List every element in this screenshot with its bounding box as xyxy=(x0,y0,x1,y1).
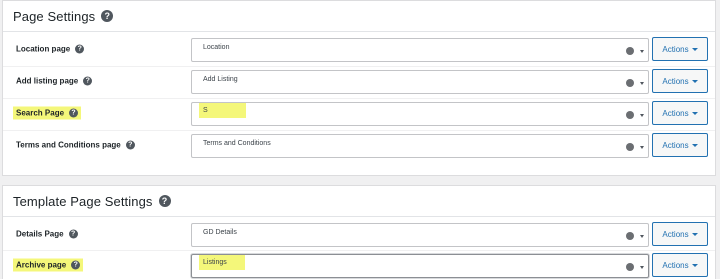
actions-button[interactable]: Actions xyxy=(652,37,708,61)
setting-label: Location page ? xyxy=(13,43,87,56)
chevron-down-icon[interactable] xyxy=(640,235,644,238)
chevron-down-icon[interactable] xyxy=(640,82,644,85)
setting-row-search: Search Page ? S Actions xyxy=(3,98,715,128)
clear-icon[interactable] xyxy=(626,263,634,271)
template-page-settings-header: Template Page Settings ? xyxy=(3,186,715,217)
caret-down-icon xyxy=(691,47,698,51)
select-value: Add Listing xyxy=(203,76,238,83)
details-page-select[interactable]: GD Details xyxy=(191,223,649,247)
help-icon[interactable]: ? xyxy=(68,229,78,239)
clear-icon[interactable] xyxy=(626,143,634,151)
setting-label: Archive page ? xyxy=(13,258,84,272)
select-value: GD Details xyxy=(203,229,237,236)
section-title: Page Settings xyxy=(13,8,96,24)
setting-label: Terms and Conditions page ? xyxy=(13,139,138,152)
setting-label: Add listing page ? xyxy=(13,75,95,88)
actions-button[interactable]: Actions xyxy=(652,222,708,246)
actions-button[interactable]: Actions xyxy=(652,133,708,157)
caret-down-icon xyxy=(691,232,698,236)
template-page-settings-panel: Template Page Settings ? Details Page ? … xyxy=(2,185,716,279)
setting-row-location: Location page ? Location Actions xyxy=(3,34,715,64)
search-page-select[interactable]: S xyxy=(191,102,649,126)
setting-row-terms: Terms and Conditions page ? Terms and Co… xyxy=(3,130,715,160)
chevron-down-icon[interactable] xyxy=(640,146,644,149)
location-page-select[interactable]: Location xyxy=(191,38,649,62)
select-value: S xyxy=(199,103,246,118)
actions-button[interactable]: Actions xyxy=(652,101,708,125)
caret-down-icon xyxy=(691,111,698,115)
clear-icon[interactable] xyxy=(626,79,634,87)
select-value: Location xyxy=(203,44,230,51)
section-title: Template Page Settings xyxy=(13,193,153,209)
clear-icon[interactable] xyxy=(626,47,634,55)
setting-row-details: Details Page ? GD Details Actions xyxy=(3,219,715,249)
help-icon[interactable]: ? xyxy=(158,195,171,207)
add-listing-page-select[interactable]: Add Listing xyxy=(191,70,649,94)
terms-page-select[interactable]: Terms and Conditions xyxy=(191,134,649,158)
select-value: Terms and Conditions xyxy=(203,140,271,147)
page-settings-panel: Page Settings ? Location page ? Location… xyxy=(2,0,716,176)
clear-icon[interactable] xyxy=(626,232,634,240)
caret-down-icon xyxy=(691,79,698,83)
help-icon[interactable]: ? xyxy=(75,44,85,54)
chevron-down-icon[interactable] xyxy=(640,114,644,117)
help-icon[interactable]: ? xyxy=(125,140,135,150)
clear-icon[interactable] xyxy=(626,111,634,119)
actions-button[interactable]: Actions xyxy=(652,253,708,277)
help-icon[interactable]: ? xyxy=(83,76,93,86)
help-icon[interactable]: ? xyxy=(69,108,79,118)
setting-label: Details Page ? xyxy=(13,228,81,241)
help-icon[interactable]: ? xyxy=(71,260,81,270)
actions-button[interactable]: Actions xyxy=(652,69,708,93)
chevron-down-icon[interactable] xyxy=(640,266,644,269)
select-value: Listings xyxy=(199,255,245,270)
help-icon[interactable]: ? xyxy=(101,10,114,22)
setting-row-archive: Archive page ? Listings Actions xyxy=(3,250,715,279)
setting-row-add-listing: Add listing page ? Add Listing Actions xyxy=(3,66,715,96)
chevron-down-icon[interactable] xyxy=(640,50,644,53)
caret-down-icon xyxy=(691,143,698,147)
archive-page-select[interactable]: Listings xyxy=(191,254,649,278)
caret-down-icon xyxy=(691,263,698,267)
page-settings-header: Page Settings ? xyxy=(3,1,715,32)
setting-label: Search Page ? xyxy=(13,106,82,120)
